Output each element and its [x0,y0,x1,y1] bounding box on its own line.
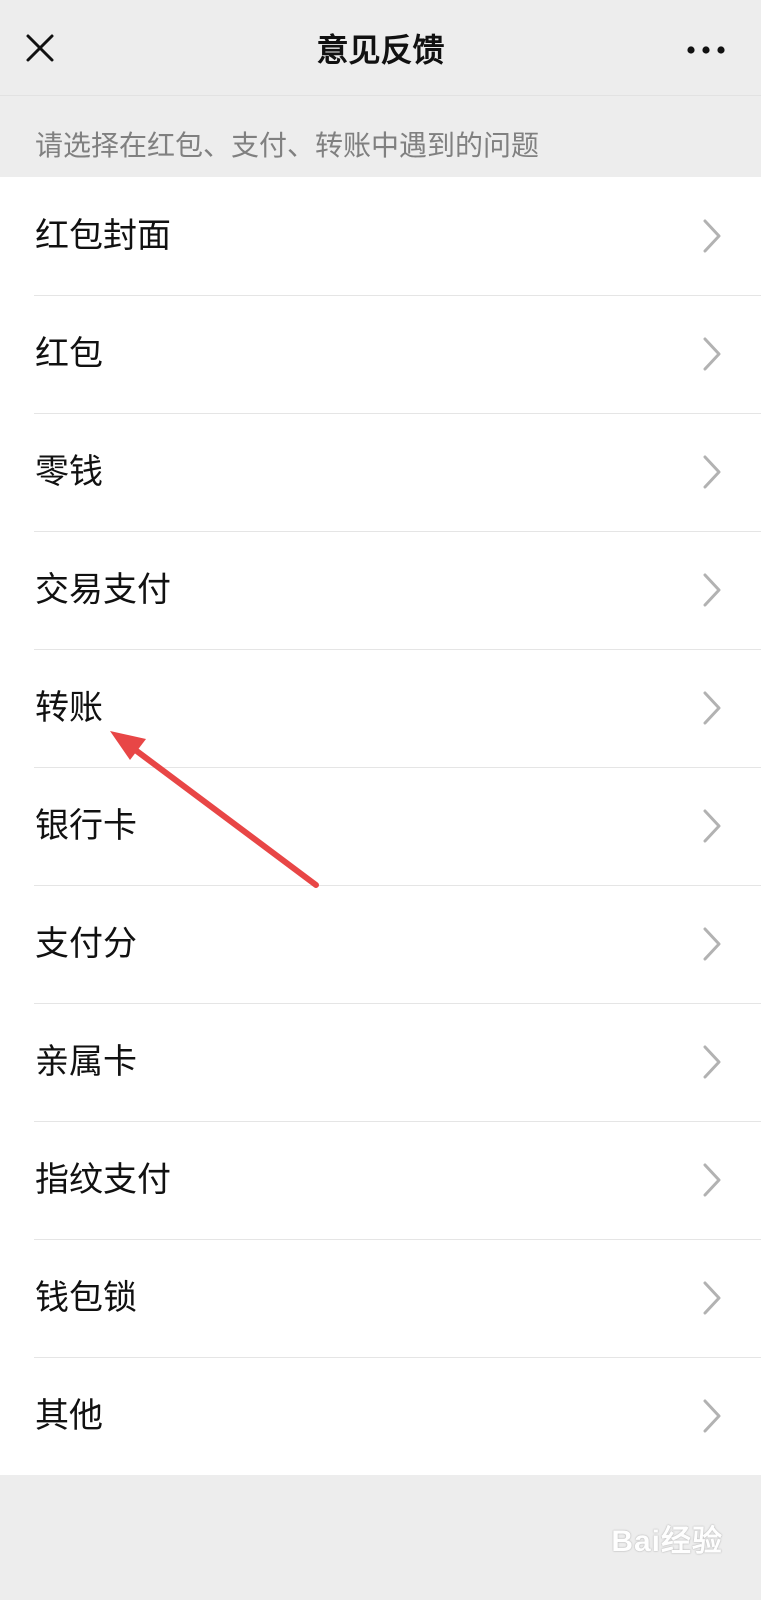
more-icon [687,46,725,54]
chevron-right-icon [703,1281,721,1315]
list-item[interactable]: 指纹支付 [0,1121,761,1239]
list-item[interactable]: 支付分 [0,885,761,1003]
list-item[interactable]: 红包 [0,295,761,413]
list-item-label: 指纹支付 [35,1160,171,1200]
list-item-label: 红包封面 [35,216,171,256]
chevron-right-icon [703,1399,721,1433]
list-item-label: 交易支付 [35,570,171,610]
list-item-label: 转账 [35,688,103,728]
list-item-label: 零钱 [35,452,103,492]
list-item[interactable]: 其他 [0,1357,761,1475]
list-item-label: 银行卡 [35,806,137,846]
section-hint: 请选择在红包、支付、转账中遇到的问题 [35,129,540,162]
chevron-right-icon [703,337,721,371]
chevron-right-icon [703,927,721,961]
list-item-label: 亲属卡 [35,1042,137,1082]
list-item[interactable]: 红包封面 [0,177,761,295]
watermark: Bai经验 [611,1516,723,1560]
feedback-category-list: 红包封面红包零钱交易支付转账银行卡支付分亲属卡指纹支付钱包锁其他 [0,177,761,1475]
more-button[interactable] [679,30,733,70]
list-item-label: 支付分 [35,924,137,964]
list-item-label: 钱包锁 [35,1278,137,1318]
chevron-right-icon [703,809,721,843]
list-item[interactable]: 钱包锁 [0,1239,761,1357]
chevron-right-icon [703,691,721,725]
nav-bar: 意见反馈 [0,0,761,96]
list-item[interactable]: 亲属卡 [0,1003,761,1121]
list-item-label: 红包 [35,334,103,374]
list-item[interactable]: 零钱 [0,413,761,531]
list-item[interactable]: 交易支付 [0,531,761,649]
chevron-right-icon [703,455,721,489]
chevron-right-icon [703,573,721,607]
watermark-text: Bai经验 [611,1525,723,1558]
page-title: 意见反馈 [316,31,445,69]
chevron-right-icon [703,1163,721,1197]
list-item-label: 其他 [35,1396,103,1436]
list-item[interactable]: 银行卡 [0,767,761,885]
chevron-right-icon [703,1045,721,1079]
chevron-right-icon [703,219,721,253]
list-item[interactable]: 转账 [0,649,761,767]
